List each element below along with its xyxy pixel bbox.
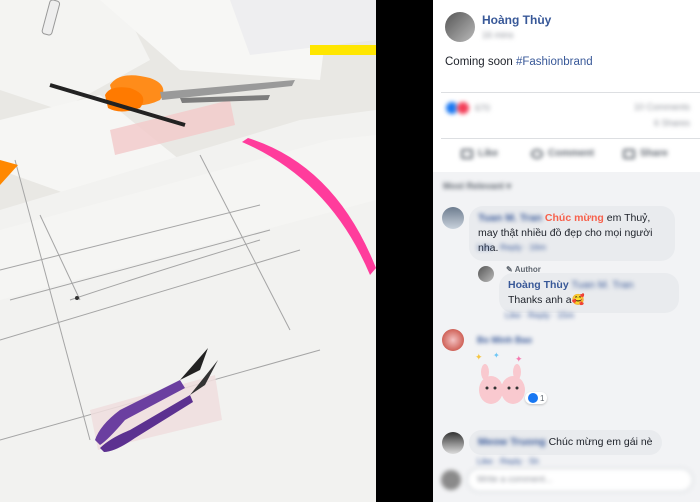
share-arrow-icon xyxy=(623,148,635,159)
comment-sort-dropdown[interactable]: Most Relevant ▾ xyxy=(443,181,511,192)
commenter-name[interactable]: Bo Minh Bao xyxy=(477,335,532,345)
commenter-avatar[interactable] xyxy=(442,432,464,454)
share-button[interactable]: Share xyxy=(623,148,668,159)
comments-section: Most Relevant ▾ Tuan M. Tran Chúc mừng e… xyxy=(433,172,700,502)
reply-actions[interactable]: Like · Reply · 15m xyxy=(505,310,574,320)
share-count[interactable]: 6 Shares xyxy=(654,118,690,128)
bunny-sticker-icon: ✦ ✦ ✦ xyxy=(475,351,525,404)
comment-count[interactable]: 10 Comments xyxy=(634,102,690,112)
comment-label: Comment xyxy=(548,148,595,159)
like-label: Like xyxy=(478,148,499,159)
poster-name[interactable]: Hoàng Thùy xyxy=(482,13,551,27)
reply-avatar[interactable] xyxy=(478,266,494,282)
svg-text:✦: ✦ xyxy=(493,351,500,360)
post-caption-text: Coming soon xyxy=(445,56,516,68)
like-reaction-icon xyxy=(528,393,538,403)
post-photo[interactable] xyxy=(0,0,376,502)
commenter-name[interactable]: Tuan M. Tran xyxy=(478,212,542,224)
like-button[interactable]: Like xyxy=(461,148,498,159)
comment-bubble-icon xyxy=(531,148,543,159)
love-reaction-icon xyxy=(456,101,470,115)
commenter-avatar[interactable] xyxy=(442,329,464,351)
sticker-reaction-badge[interactable]: 1 xyxy=(525,392,548,404)
reply-mention[interactable]: Tuan M. Tran xyxy=(571,279,633,291)
comment-text: Chúc mừng em gái nè xyxy=(548,436,653,448)
comment-actions[interactable]: Like · Reply · 16m xyxy=(477,242,546,252)
thumbs-up-icon xyxy=(461,148,473,159)
post-timestamp[interactable]: 16 mins xyxy=(482,30,514,40)
svg-text:✦: ✦ xyxy=(475,353,483,363)
comment-button[interactable]: Comment xyxy=(531,148,594,159)
post-caption: Coming soon #Fashionbrand xyxy=(445,56,593,68)
reply-text: Thanks anh a🥰 xyxy=(508,294,585,306)
reply-author-name[interactable]: Hoàng Thùy xyxy=(508,279,569,291)
comment-bubble: Meow Truong Chúc mừng em gái nè xyxy=(469,430,662,455)
commenter-avatar[interactable] xyxy=(442,207,464,229)
svg-text:✦: ✦ xyxy=(515,355,523,365)
sticker-reaction-count: 1 xyxy=(540,393,545,403)
poster-avatar[interactable] xyxy=(445,12,475,42)
hashtag-link[interactable]: #Fashionbrand xyxy=(516,56,593,68)
comment-bubble: Tuan M. Tran Chúc mừng em Thuỷ, may thật… xyxy=(469,206,675,261)
photo-viewer-backdrop xyxy=(376,0,433,502)
reply-bubble: Hoàng Thùy Tuan M. Tran Thanks anh a🥰 xyxy=(499,273,679,313)
commenter-name[interactable]: Meow Truong xyxy=(478,436,546,448)
composer-avatar xyxy=(441,470,461,490)
comment-highlight-text: Chúc mừng xyxy=(544,212,604,224)
pattern-drawing-photo xyxy=(0,0,376,502)
reaction-count: 670 xyxy=(475,103,491,113)
comment-input-placeholder: Write a comment... xyxy=(477,474,553,484)
reaction-summary[interactable]: 670 xyxy=(445,101,490,115)
divider xyxy=(441,92,700,93)
comment-composer: Write a comment... xyxy=(433,464,700,502)
divider xyxy=(441,138,700,139)
share-label: Share xyxy=(640,148,668,159)
